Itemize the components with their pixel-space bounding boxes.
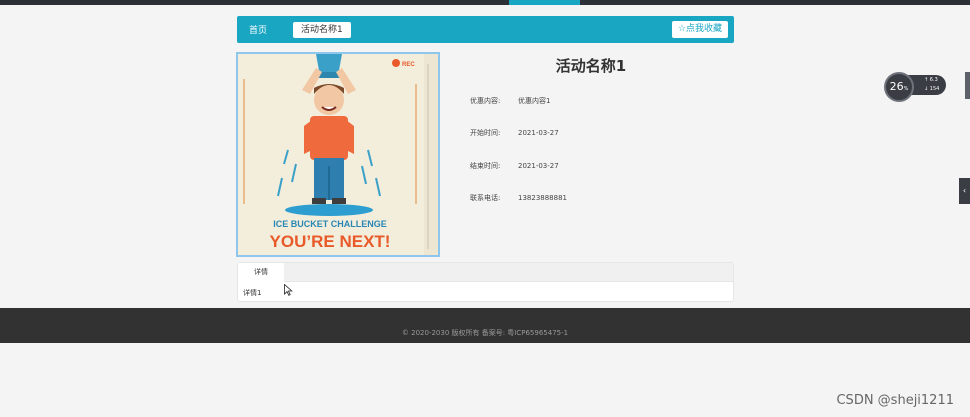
tab-content: 详情1	[243, 289, 262, 297]
download-arrow-icon: ↓	[924, 86, 929, 92]
breadcrumb-current: 活动名称1	[293, 22, 351, 38]
edge-panel	[965, 72, 970, 99]
field-value: 优惠内容1	[518, 97, 551, 105]
footer: © 2020-2030 版权所有 备案号: 粤ICP65965475-1	[0, 308, 970, 343]
speed-percent-unit: %	[903, 86, 909, 92]
svg-text:YOU’RE NEXT!: YOU’RE NEXT!	[270, 232, 391, 251]
field-label: 开始时间:	[470, 129, 501, 137]
side-collapse-button[interactable]: ‹	[959, 178, 970, 204]
field-contact-phone: 联系电话: 13823888881	[470, 193, 567, 203]
field-start-time: 开始时间: 2021-03-27	[470, 128, 559, 138]
field-end-time: 结束时间: 2021-03-27	[470, 161, 559, 171]
rec-dot-icon	[392, 59, 400, 67]
svg-text:REC: REC	[402, 62, 415, 68]
detail-tabs-panel: 详情 详情1	[237, 262, 734, 302]
field-value: 2021-03-27	[518, 162, 559, 170]
activity-poster-image: REC ICE BUCKET CHALLENGE YOU’RE NEXT!	[236, 52, 440, 257]
speed-percent: 26	[889, 80, 904, 93]
top-bar	[0, 0, 970, 5]
download-speed: ↓ 154	[924, 86, 939, 92]
upload-value: 6.3	[929, 77, 938, 83]
speed-percent-circle: 26%	[884, 72, 914, 102]
upload-arrow-icon: ↑	[924, 77, 929, 83]
tab-details[interactable]: 详情	[238, 263, 284, 282]
breadcrumb: 首页 活动名称1 ☆点我收藏	[237, 16, 734, 43]
mouse-cursor-icon	[284, 284, 293, 296]
tabs-bar: 详情	[238, 263, 733, 282]
top-bar-active-indicator	[509, 0, 580, 5]
breadcrumb-home-link[interactable]: 首页	[249, 23, 267, 36]
activity-title: 活动名称1	[555, 57, 627, 75]
watermark: CSDN @sheji1211	[836, 393, 954, 408]
field-value: 2021-03-27	[518, 129, 559, 137]
field-value: 13823888881	[518, 194, 567, 202]
upload-speed: ↑ 6.3	[924, 77, 938, 83]
field-label: 优惠内容:	[470, 97, 501, 105]
field-label: 联系电话:	[470, 194, 501, 202]
favorite-button[interactable]: ☆点我收藏	[671, 21, 728, 38]
field-discount: 优惠内容: 优惠内容1	[470, 96, 550, 106]
field-label: 结束时间:	[470, 162, 501, 170]
footer-copyright: © 2020-2030 版权所有 备案号: 粤ICP65965475-1	[401, 329, 569, 337]
poster-illustration: REC ICE BUCKET CHALLENGE YOU’RE NEXT!	[238, 54, 438, 255]
download-value: 154	[929, 86, 940, 92]
svg-text:ICE BUCKET CHALLENGE: ICE BUCKET CHALLENGE	[273, 219, 387, 229]
network-speed-widget[interactable]: 26% ↑ 6.3 ↓ 154	[884, 72, 946, 102]
chevron-left-icon: ‹	[962, 186, 967, 195]
